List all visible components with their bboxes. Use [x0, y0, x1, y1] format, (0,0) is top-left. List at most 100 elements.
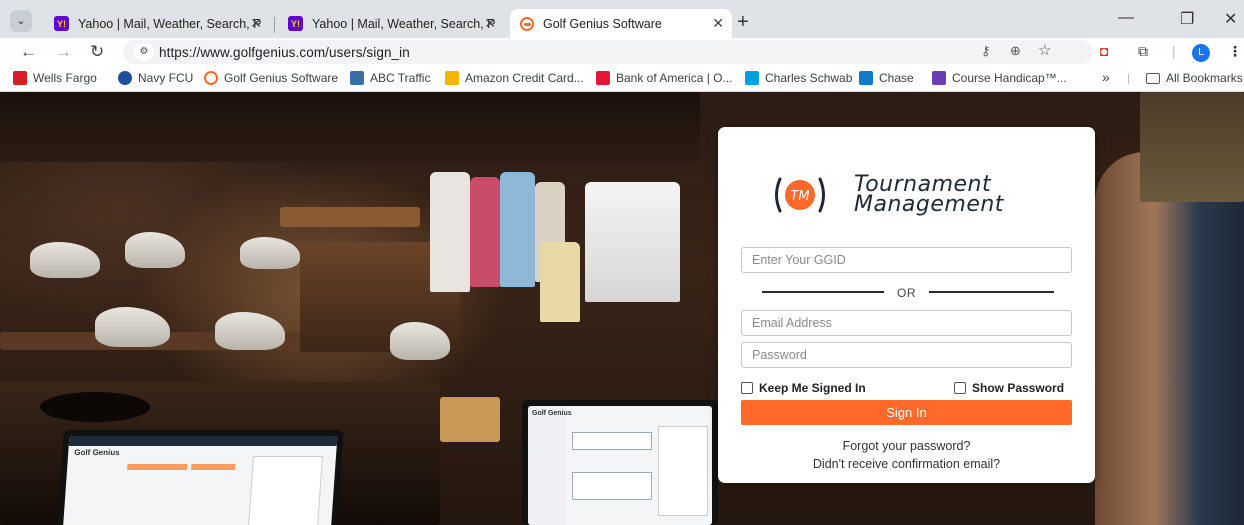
laptop: Golf Genius [56, 430, 344, 525]
email-input[interactable] [741, 310, 1072, 336]
bookmark-label: Bank of America | O... [616, 71, 733, 85]
close-window-icon[interactable]: ✕ [1224, 9, 1237, 29]
laptop-app-bar [68, 436, 338, 446]
shirt [470, 177, 500, 287]
counter-hole [40, 392, 150, 422]
logo-mark-text: TM [790, 189, 809, 204]
wells-fargo-icon [13, 71, 27, 85]
site-info-icon[interactable]: ⚙ [134, 43, 154, 61]
ggid-input[interactable] [741, 247, 1072, 273]
bookmark-amazon-credit-card[interactable]: Amazon Credit Card... [445, 71, 584, 85]
laptop-table [248, 456, 324, 525]
bookmark-charles-schwab[interactable]: Charles Schwab [745, 71, 852, 85]
or-divider: OR [762, 286, 1054, 300]
laptop-orange-bar [191, 464, 236, 470]
navy-fcu-icon [118, 71, 132, 85]
tab-strip: ⌄ Y! Yahoo | Mail, Weather, Search, P ✕ … [0, 0, 1244, 38]
abc-traffic-icon [350, 71, 364, 85]
profile-avatar[interactable]: L [1192, 44, 1210, 62]
zoom-icon[interactable]: ⊕ [1010, 43, 1021, 59]
all-bookmarks-button[interactable]: All Bookmarks [1146, 71, 1243, 85]
laptop-screen: Golf Genius [62, 436, 338, 525]
restore-icon[interactable]: ❐ [1180, 9, 1194, 29]
bookmark-navy-fcu[interactable]: Navy FCU [118, 71, 193, 85]
bookmarks-divider: | [1127, 71, 1131, 85]
tab-separator [274, 17, 275, 33]
sign-in-button[interactable]: Sign In [741, 400, 1072, 425]
keep-signed-in-checkbox[interactable] [741, 382, 753, 394]
password-input[interactable] [741, 342, 1072, 368]
tablet-brand: Golf Genius [532, 410, 572, 417]
extensions-puzzle-icon[interactable]: ⧉ [1138, 43, 1148, 60]
tab-yahoo-2[interactable]: Y! Yahoo | Mail, Weather, Search, P ✕ [278, 9, 504, 38]
all-bookmarks-label: All Bookmarks [1166, 71, 1243, 85]
brand-title: Tournament Management [854, 174, 1004, 217]
tablet-card [572, 432, 652, 450]
extension-pocket-icon[interactable]: ◘ [1100, 43, 1108, 59]
tablet-screen: Golf Genius [528, 406, 712, 525]
address-bar[interactable]: ⚙ https://www.golfgenius.com/users/sign_… [123, 40, 1093, 64]
bookmark-abc-traffic[interactable]: ABC Traffic [350, 71, 430, 85]
forward-icon[interactable]: → [55, 42, 72, 62]
bookmark-label: Navy FCU [138, 71, 194, 85]
golf-shoe [30, 242, 100, 278]
keep-signed-in-option[interactable]: Keep Me Signed In [741, 381, 866, 395]
person-background [1095, 152, 1244, 525]
tab-yahoo-1[interactable]: Y! Yahoo | Mail, Weather, Search, P ✕ [44, 9, 270, 38]
amazon-icon [445, 71, 459, 85]
show-password-checkbox[interactable] [954, 382, 966, 394]
forgot-password-link[interactable]: Forgot your password? [718, 439, 1095, 453]
golf-shoe [95, 307, 170, 347]
keep-signed-in-label: Keep Me Signed In [759, 381, 866, 395]
bookmark-label: Charles Schwab [765, 71, 853, 85]
bookmark-star-icon[interactable]: ☆ [1038, 41, 1051, 59]
bookmark-course-handicap[interactable]: Course Handicap™... [932, 71, 1067, 85]
white-polo [585, 182, 680, 302]
golf-genius-icon [204, 71, 218, 85]
shirt [500, 172, 535, 287]
bookmark-label: Amazon Credit Card... [465, 71, 584, 85]
show-password-label: Show Password [972, 381, 1065, 395]
golf-shoe [125, 232, 185, 268]
browser-menu-icon[interactable]: ⋮ [1228, 43, 1242, 60]
golf-genius-icon [520, 16, 534, 31]
bookmark-label: ABC Traffic [370, 71, 431, 85]
shirt [430, 172, 470, 292]
golf-shoe [240, 237, 300, 269]
back-icon[interactable]: ← [20, 42, 37, 62]
new-tab-icon[interactable]: + [737, 11, 749, 34]
url-text[interactable]: https://www.golfgenius.com/users/sign_in [159, 45, 410, 60]
bookmark-label: Chase [879, 71, 914, 85]
divider-line [929, 291, 1054, 293]
bookmark-wells-fargo[interactable]: Wells Fargo [13, 71, 97, 85]
tab-title: Yahoo | Mail, Weather, Search, P [312, 16, 496, 31]
show-password-option[interactable]: Show Password [954, 381, 1064, 395]
chase-icon [859, 71, 873, 85]
yahoo-icon: Y! [54, 16, 69, 31]
close-tab-icon[interactable]: ✕ [712, 15, 724, 32]
laptop-brand: Golf Genius [73, 448, 120, 457]
reload-icon[interactable]: ↻ [90, 42, 104, 62]
bookmark-chase[interactable]: Chase [859, 71, 914, 85]
minimize-icon[interactable]: — [1118, 9, 1134, 27]
ceiling-shadow [0, 92, 700, 162]
bookmark-bank-of-america[interactable]: Bank of America | O... [596, 71, 733, 85]
password-key-icon[interactable]: ⚷ [981, 43, 991, 59]
bookmarks-overflow-icon[interactable]: » [1102, 69, 1110, 85]
bookmark-label: Course Handicap™... [952, 71, 1067, 85]
close-tab-icon[interactable]: ✕ [250, 15, 262, 32]
tab-search-chevron-icon[interactable]: ⌄ [10, 10, 32, 32]
close-tab-icon[interactable]: ✕ [484, 15, 496, 32]
login-card: TM Tournament Management OR Keep Me Sign… [718, 127, 1095, 483]
brand-line-2: Management [854, 192, 1004, 217]
resend-confirmation-link[interactable]: Didn't receive confirmation email? [718, 457, 1095, 471]
tablet-card [572, 472, 652, 500]
course-handicap-icon [932, 71, 946, 85]
toolbar-divider: | [1172, 43, 1176, 59]
wood-box [440, 397, 500, 442]
wall-shelf [1140, 92, 1244, 202]
tournament-management-logo-icon: TM [775, 177, 825, 213]
tab-golf-genius[interactable]: Golf Genius Software ✕ [510, 9, 732, 38]
folder-icon [1146, 72, 1160, 84]
bookmark-golf-genius[interactable]: Golf Genius Software [204, 71, 338, 85]
